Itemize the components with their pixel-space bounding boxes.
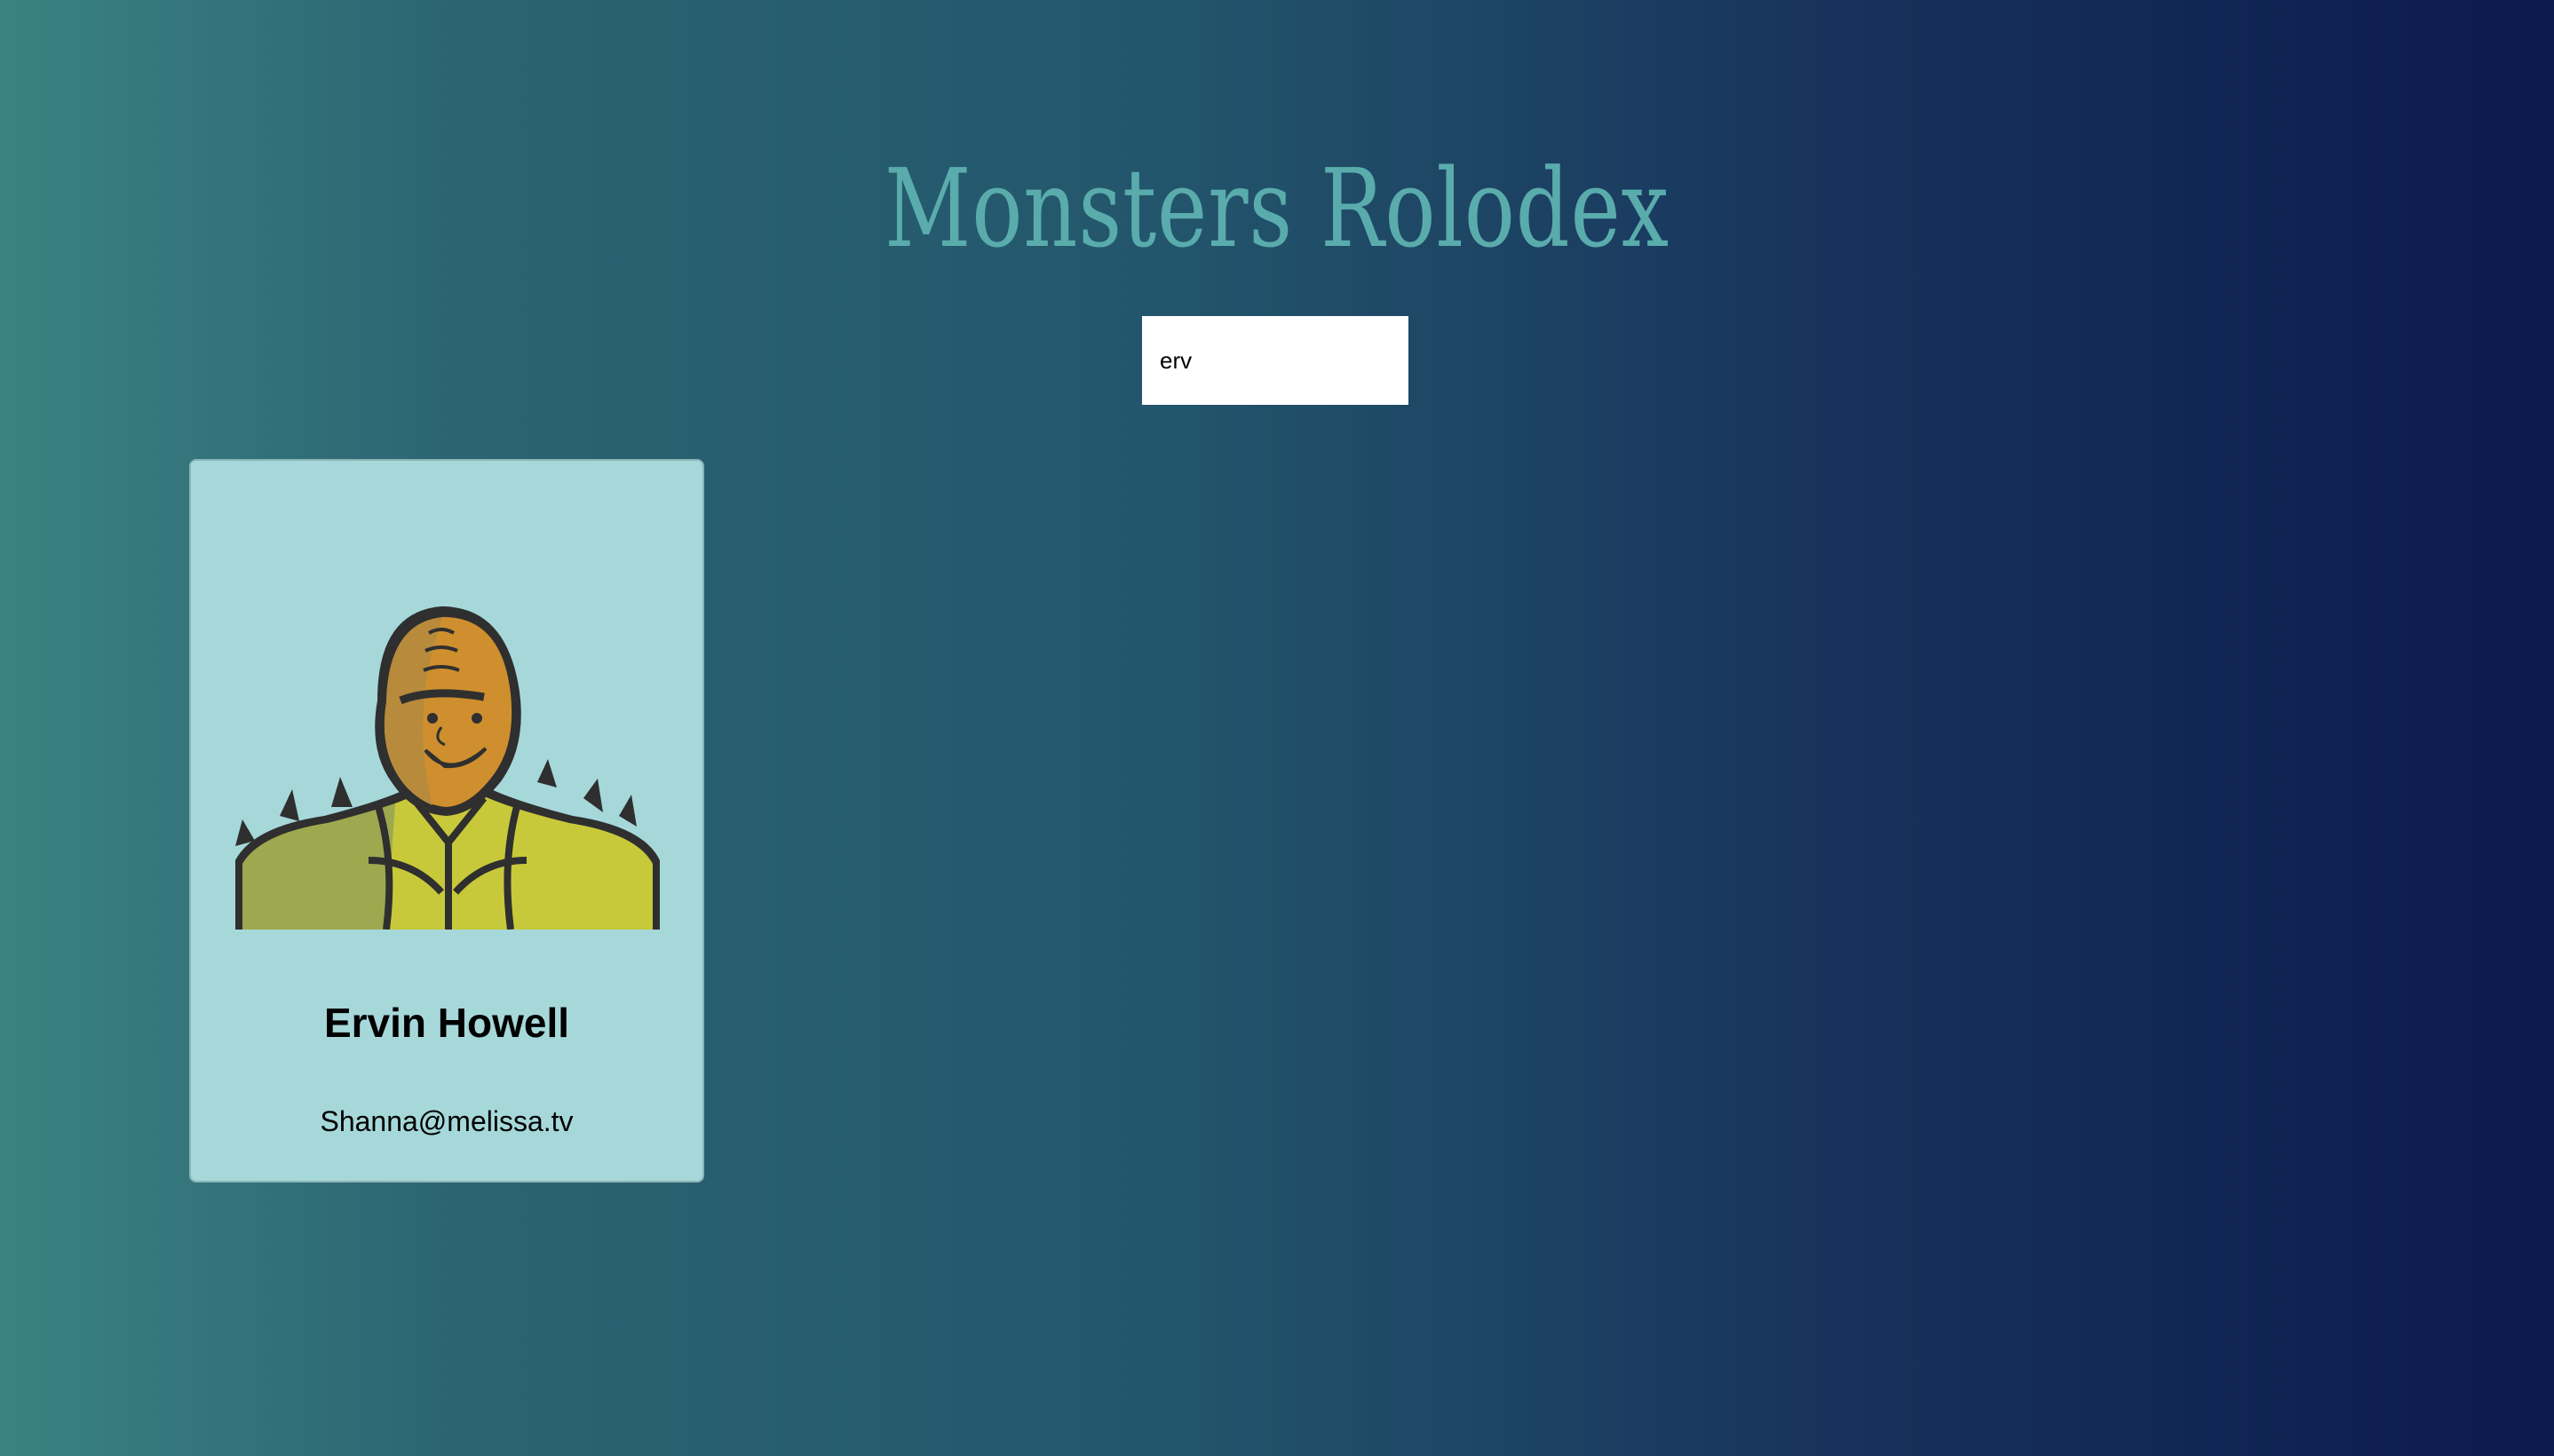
page-title: Monsters Rolodex [884,145,1670,272]
monster-email: Shanna@melissa.tv [320,1105,574,1137]
monster-name: Ervin Howell [323,1000,570,1047]
monster-avatar-icon [235,594,660,930]
search-input[interactable] [1142,316,1408,405]
monster-card[interactable]: Ervin Howell Shanna@melissa.tv [189,459,704,1183]
